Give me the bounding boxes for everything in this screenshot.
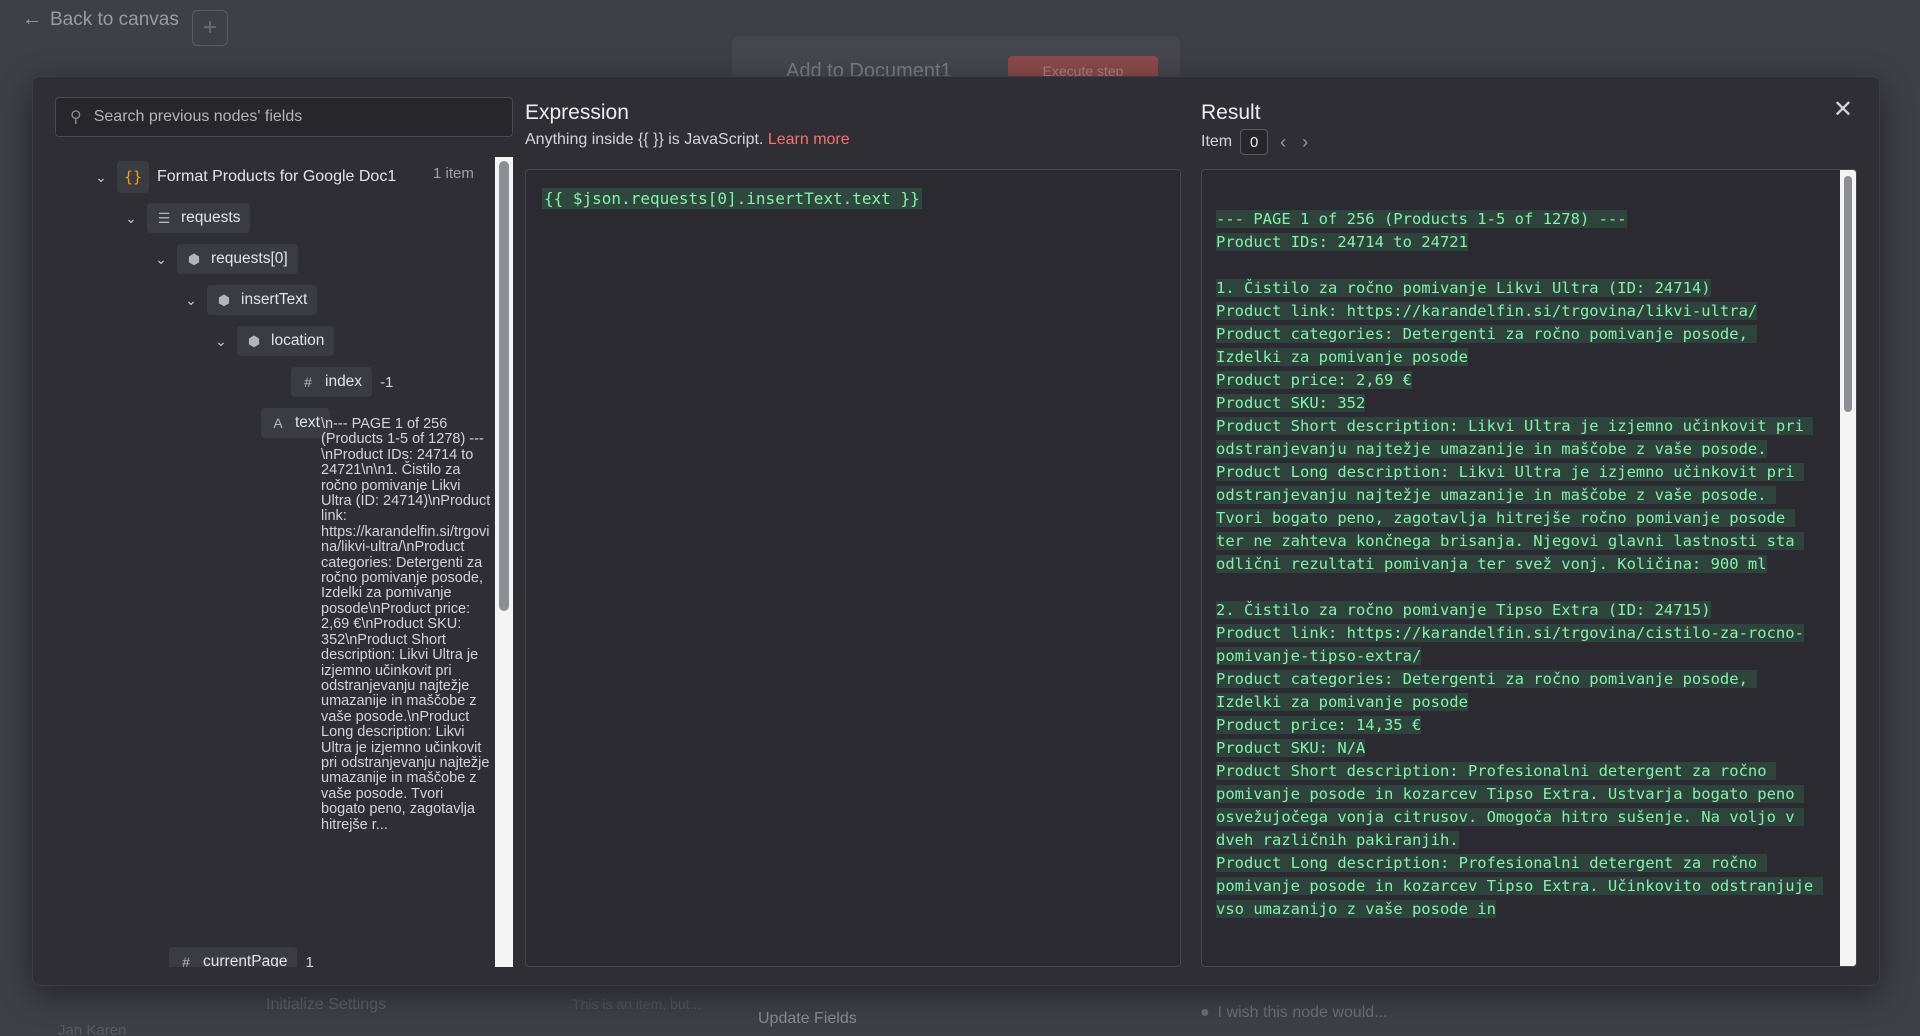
field-pill[interactable]: ⬢ requests[0] [177,244,298,274]
field-label: insertText [241,291,308,308]
chevron-right-icon[interactable]: › [1298,132,1312,153]
hash-icon: # [304,374,312,390]
initialize-settings-label: Initialize Settings [266,996,387,1013]
field-value: -1 [380,373,394,391]
result-output: --- PAGE 1 of 256 (Products 1-5 of 1278)… [1201,169,1857,967]
expression-editor[interactable]: {{ $json.requests[0].insertText.text }} [525,169,1181,967]
back-to-canvas-label: Back to canvas [50,8,179,30]
scrollbar-thumb[interactable] [499,161,509,611]
learn-more-link[interactable]: Learn more [768,131,850,148]
expression-subtitle-text: Anything inside {{ }} is JavaScript. [525,131,764,148]
scrollbar-thumb[interactable] [1844,176,1852,412]
chevron-left-icon[interactable]: ‹ [1276,132,1290,153]
cube-icon: ⬢ [247,332,261,349]
search-icon: ⚲ [70,109,82,126]
field-label: text [295,414,320,431]
lightbulb-icon: ● [1200,1004,1210,1021]
text-type-icon: A [273,415,283,431]
tree-node-insertText[interactable]: ⌄ ⬢ insertText [183,285,318,315]
tree-node-currentPage[interactable]: # currentPage 1 [169,947,314,967]
expression-code[interactable]: {{ $json.requests[0].insertText.text }} [542,188,922,209]
feedback-link[interactable]: ● I wish this node would... [1200,1004,1388,1022]
tree-node-text[interactable]: A text [261,408,330,438]
update-fields-label: Update Fields [758,1010,857,1027]
field-pill[interactable]: A text [261,408,330,438]
add-node-button[interactable]: + [192,10,228,46]
field-label: index [325,373,363,390]
field-pill[interactable]: ⬢ location [237,326,335,356]
back-to-canvas-link[interactable]: ← Back to canvas [22,8,179,31]
field-pill[interactable]: ⬢ insertText [207,285,318,315]
user-name: Jan Karen [58,1022,127,1036]
text-field-value: \n--- PAGE 1 of 256 (Products 1-5 of 127… [321,416,491,833]
search-input[interactable] [93,108,498,126]
field-label: currentPage [203,953,288,967]
expression-title: Expression [525,101,629,124]
tree-root[interactable]: ⌄ {} Format Products for Google Doc1 [93,161,396,193]
field-label: requests [181,209,241,226]
chevron-down-icon[interactable]: ⌄ [93,169,109,186]
field-value: 1 [305,953,314,968]
expression-subtitle: Anything inside {{ }} is JavaScript. Lea… [525,131,850,149]
arrow-left-icon: ← [22,8,42,30]
hash-icon: # [182,954,190,967]
chevron-down-icon[interactable]: ⌄ [213,333,229,350]
result-title: Result [1201,101,1261,124]
root-node-label: Format Products for Google Doc1 [157,168,397,185]
item-selector: Item 0 ‹ › [1201,129,1312,155]
cube-icon: ⬢ [217,291,231,308]
result-text: --- PAGE 1 of 256 (Products 1-5 of 1278)… [1216,208,1823,921]
result-scrollbar[interactable] [1840,170,1856,966]
plus-icon: + [202,14,217,41]
field-label: location [271,332,325,349]
tree-scrollbar[interactable] [495,157,513,967]
field-pill[interactable]: # index [291,367,373,397]
expression-editor-modal: ⚲ ⌄ {} Format Products for Google Doc1 ⌄… [32,76,1880,986]
field-label: requests[0] [211,250,288,267]
field-pill[interactable]: ☰ requests [147,203,251,233]
cube-icon: ⬢ [187,250,201,267]
tree-node-index[interactable]: # index -1 [291,367,393,397]
tree-node-requests[interactable]: ⌄ ☰ requests [123,203,251,233]
tree-node-location[interactable]: ⌄ ⬢ location [213,326,335,356]
close-icon[interactable]: ✕ [1833,95,1853,124]
chevron-down-icon[interactable]: ⌄ [183,292,199,309]
search-field-wrapper: ⚲ [55,97,513,137]
tree-node-requests0[interactable]: ⌄ ⬢ requests[0] [153,244,298,274]
curly-braces-icon: {} [117,161,149,193]
feedback-label: I wish this node would... [1217,1004,1388,1021]
fields-tree: ⌄ {} Format Products for Google Doc1 ⌄ ☰… [55,157,501,967]
chevron-down-icon[interactable]: ⌄ [123,210,139,227]
root-item-count: 1 item [433,165,474,182]
list-icon: ☰ [157,209,171,226]
chevron-down-icon[interactable]: ⌄ [153,251,169,268]
result-text-content: --- PAGE 1 of 256 (Products 1-5 of 1278)… [1216,210,1823,918]
hint-text: This is an item, but... [572,996,702,1012]
item-index-input[interactable]: 0 [1240,129,1269,155]
item-label: Item [1201,133,1233,150]
field-pill[interactable]: # currentPage [169,947,298,967]
